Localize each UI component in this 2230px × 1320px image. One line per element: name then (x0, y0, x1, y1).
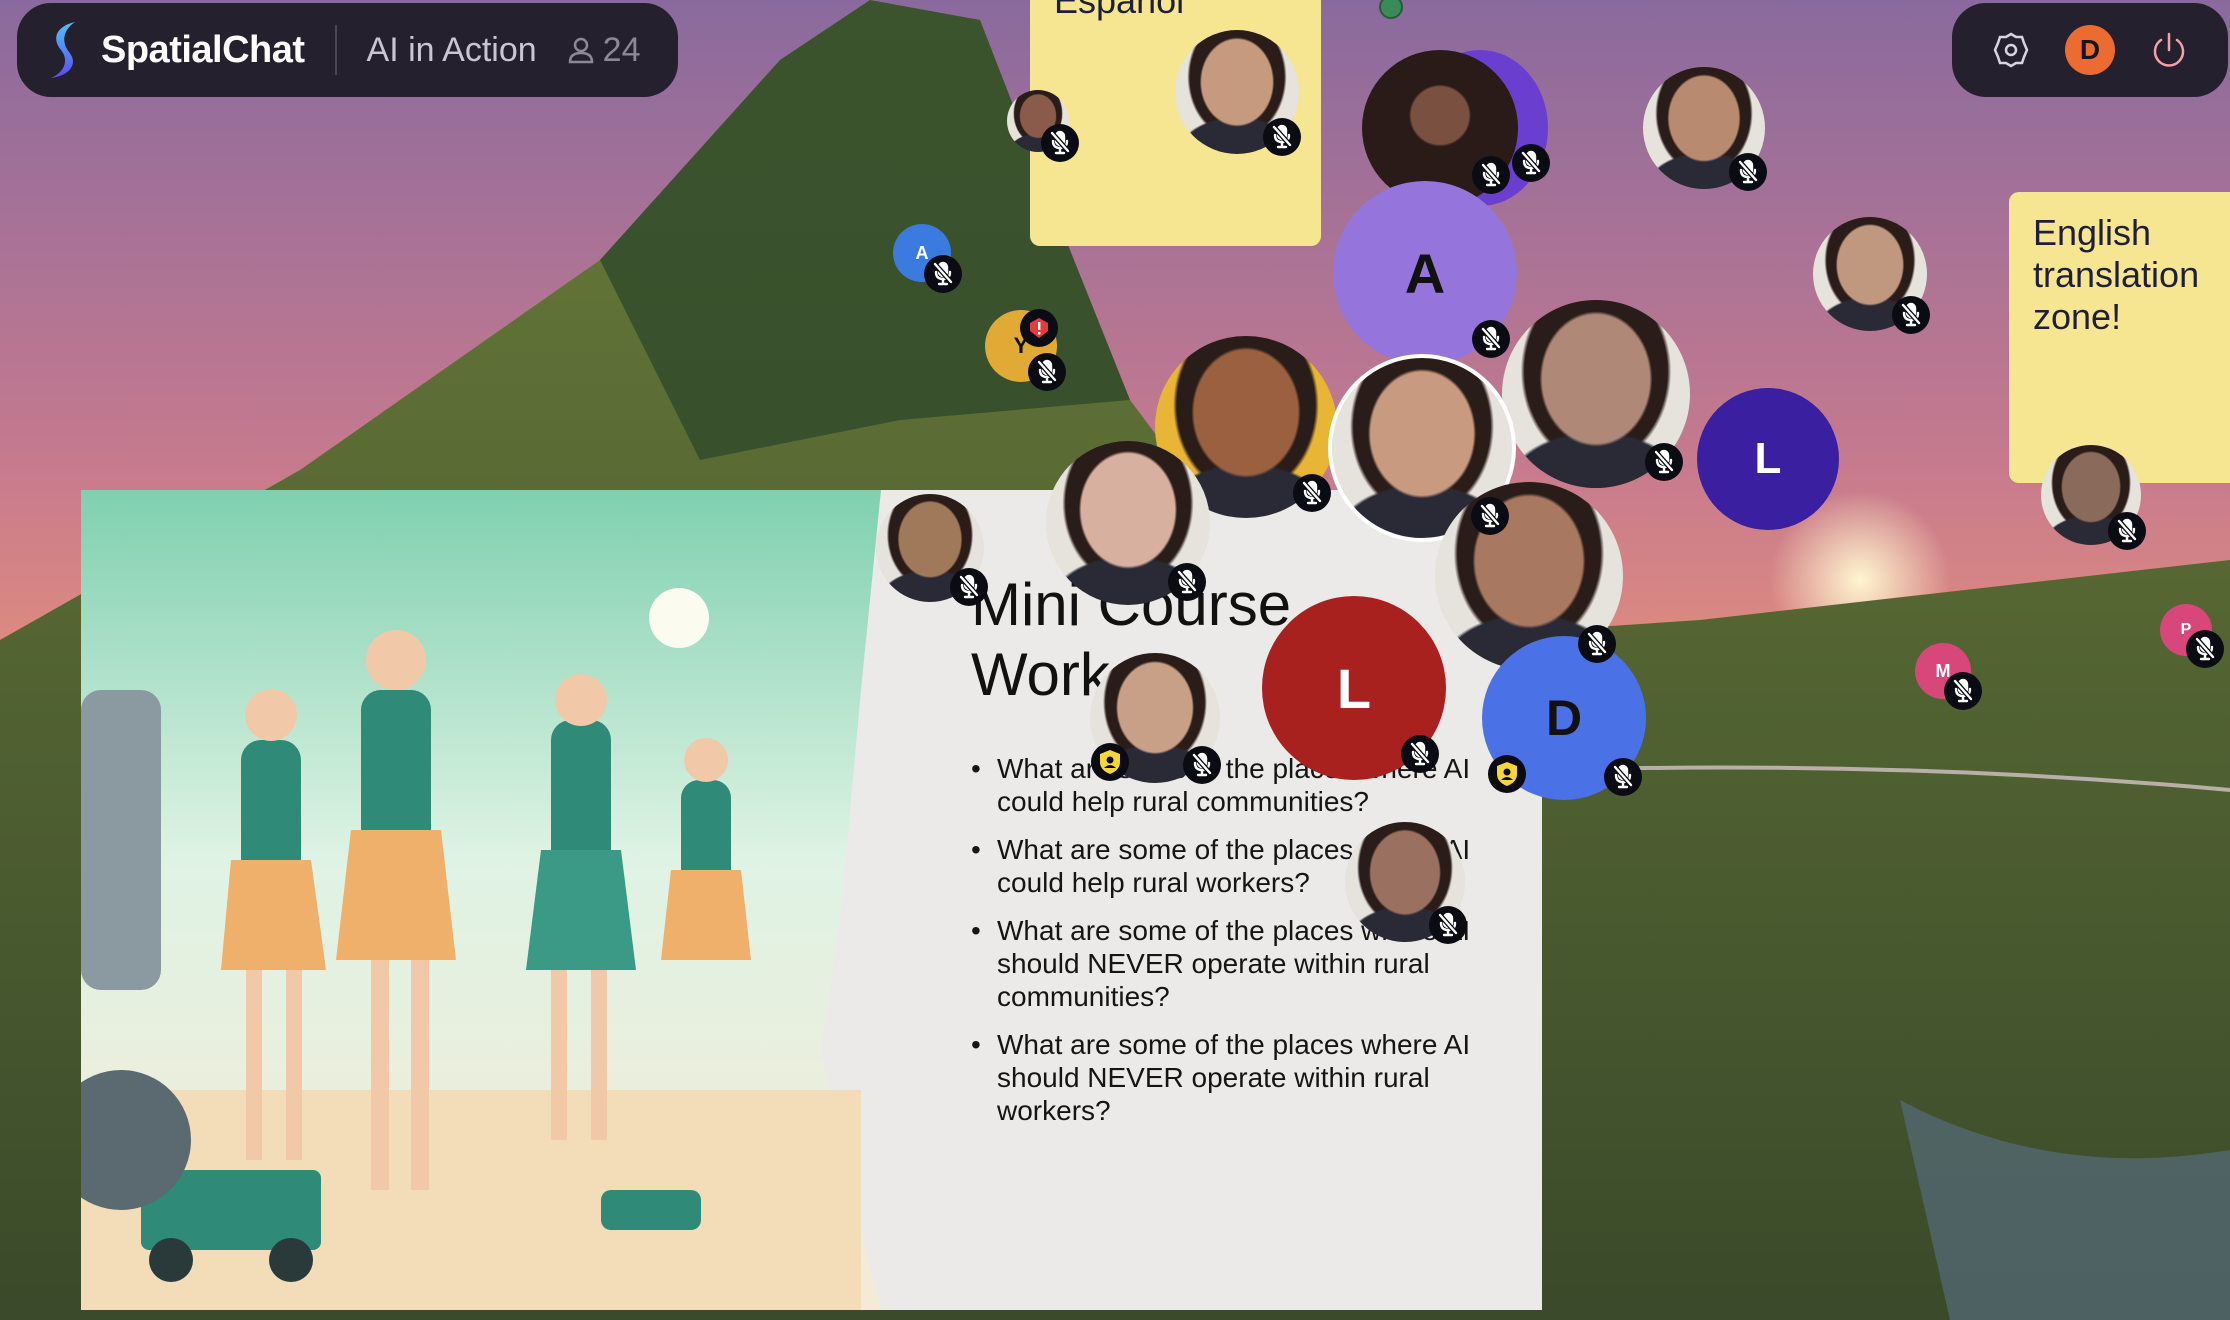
mic-muted-icon (1049, 130, 1071, 155)
mic-muted-badge (1604, 758, 1643, 797)
mic-muted-icon (1586, 631, 1608, 655)
mic-muted-badge (1512, 144, 1550, 183)
avatar-initial: L (1754, 434, 1782, 483)
divider (334, 25, 337, 75)
mic-muted-icon (1520, 150, 1542, 175)
user-avatar-button[interactable]: D (2064, 25, 2115, 75)
mic-muted-icon (1480, 326, 1502, 351)
mic-muted-badge (949, 567, 988, 606)
mic-muted-badge (1292, 473, 1331, 512)
mic-muted-icon (1479, 503, 1501, 527)
mic-muted-icon (1952, 678, 1974, 703)
participant-count-value: 24 (602, 30, 641, 69)
mic-muted-icon (1409, 741, 1431, 766)
power-icon (2153, 32, 2184, 67)
mic-muted-icon (1437, 912, 1459, 937)
mic-muted-icon (1191, 752, 1213, 776)
sticky-note-english[interactable]: English translation zone! (2009, 192, 2230, 483)
note-text: English translation zone! (2033, 212, 2200, 337)
avatar-initial: L (1336, 656, 1372, 720)
mic-muted-badge (923, 254, 962, 293)
mic-muted-icon (958, 574, 980, 599)
mic-muted-badge (1728, 152, 1767, 191)
settings-button[interactable] (1986, 25, 2036, 75)
slide-illustration (81, 490, 881, 1310)
mic-muted-icon (1900, 302, 1922, 327)
warning-badge (1020, 309, 1058, 347)
spatialchat-logo-icon (51, 22, 75, 78)
top-bar: SpatialChat AI in Action 24 (17, 3, 678, 97)
mic-muted-icon (1271, 124, 1293, 148)
participant-count[interactable]: 24 (567, 30, 641, 70)
slide-bullets: What are some of the places where AI cou… (971, 752, 1491, 1142)
mic-muted-icon (932, 261, 954, 286)
mic-muted-badge (1577, 624, 1616, 663)
mic-muted-icon (1653, 449, 1675, 473)
mic-muted-badge (1644, 442, 1683, 481)
mic-muted-icon (2194, 636, 2216, 660)
mic-muted-icon (1036, 359, 1058, 384)
avatar-initial: D (1545, 690, 1583, 746)
leave-button[interactable] (2144, 25, 2194, 75)
mic-muted-icon (2116, 518, 2138, 543)
host-shield-icon (1496, 761, 1517, 786)
gear-icon (1993, 32, 2029, 68)
slide-bullet: What are some of the places where AI sho… (971, 1028, 1491, 1127)
mic-muted-badge (1892, 296, 1931, 335)
note-text: Español (1054, 0, 1185, 21)
mic-muted-icon (1737, 159, 1759, 184)
participant-avatar[interactable]: L (1697, 388, 1839, 530)
mic-muted-icon (1480, 162, 1502, 186)
mic-muted-badge (2108, 512, 2146, 550)
controls-bar: D (1952, 3, 2228, 97)
person-icon (568, 37, 593, 64)
mic-muted-badge (1027, 352, 1066, 391)
host-badge (1487, 754, 1526, 793)
mic-muted-badge (1262, 117, 1301, 156)
mic-muted-icon (1176, 569, 1198, 594)
mic-muted-icon (1612, 764, 1634, 789)
host-badge (1090, 743, 1129, 782)
host-shield-icon (1099, 750, 1120, 775)
avatar-initial: A (915, 242, 929, 263)
mic-muted-badge (1472, 155, 1510, 194)
avatar-initial: A (1404, 241, 1446, 305)
mic-muted-badge (1168, 563, 1207, 602)
mic-muted-badge (1182, 745, 1221, 784)
warning-icon (1030, 318, 1048, 338)
mic-muted-badge (2185, 629, 2224, 668)
mic-muted-icon (1301, 480, 1323, 504)
app-name: SpatialChat (101, 28, 305, 71)
mic-muted-badge (1470, 496, 1509, 535)
room-name[interactable]: AI in Action (367, 31, 537, 70)
